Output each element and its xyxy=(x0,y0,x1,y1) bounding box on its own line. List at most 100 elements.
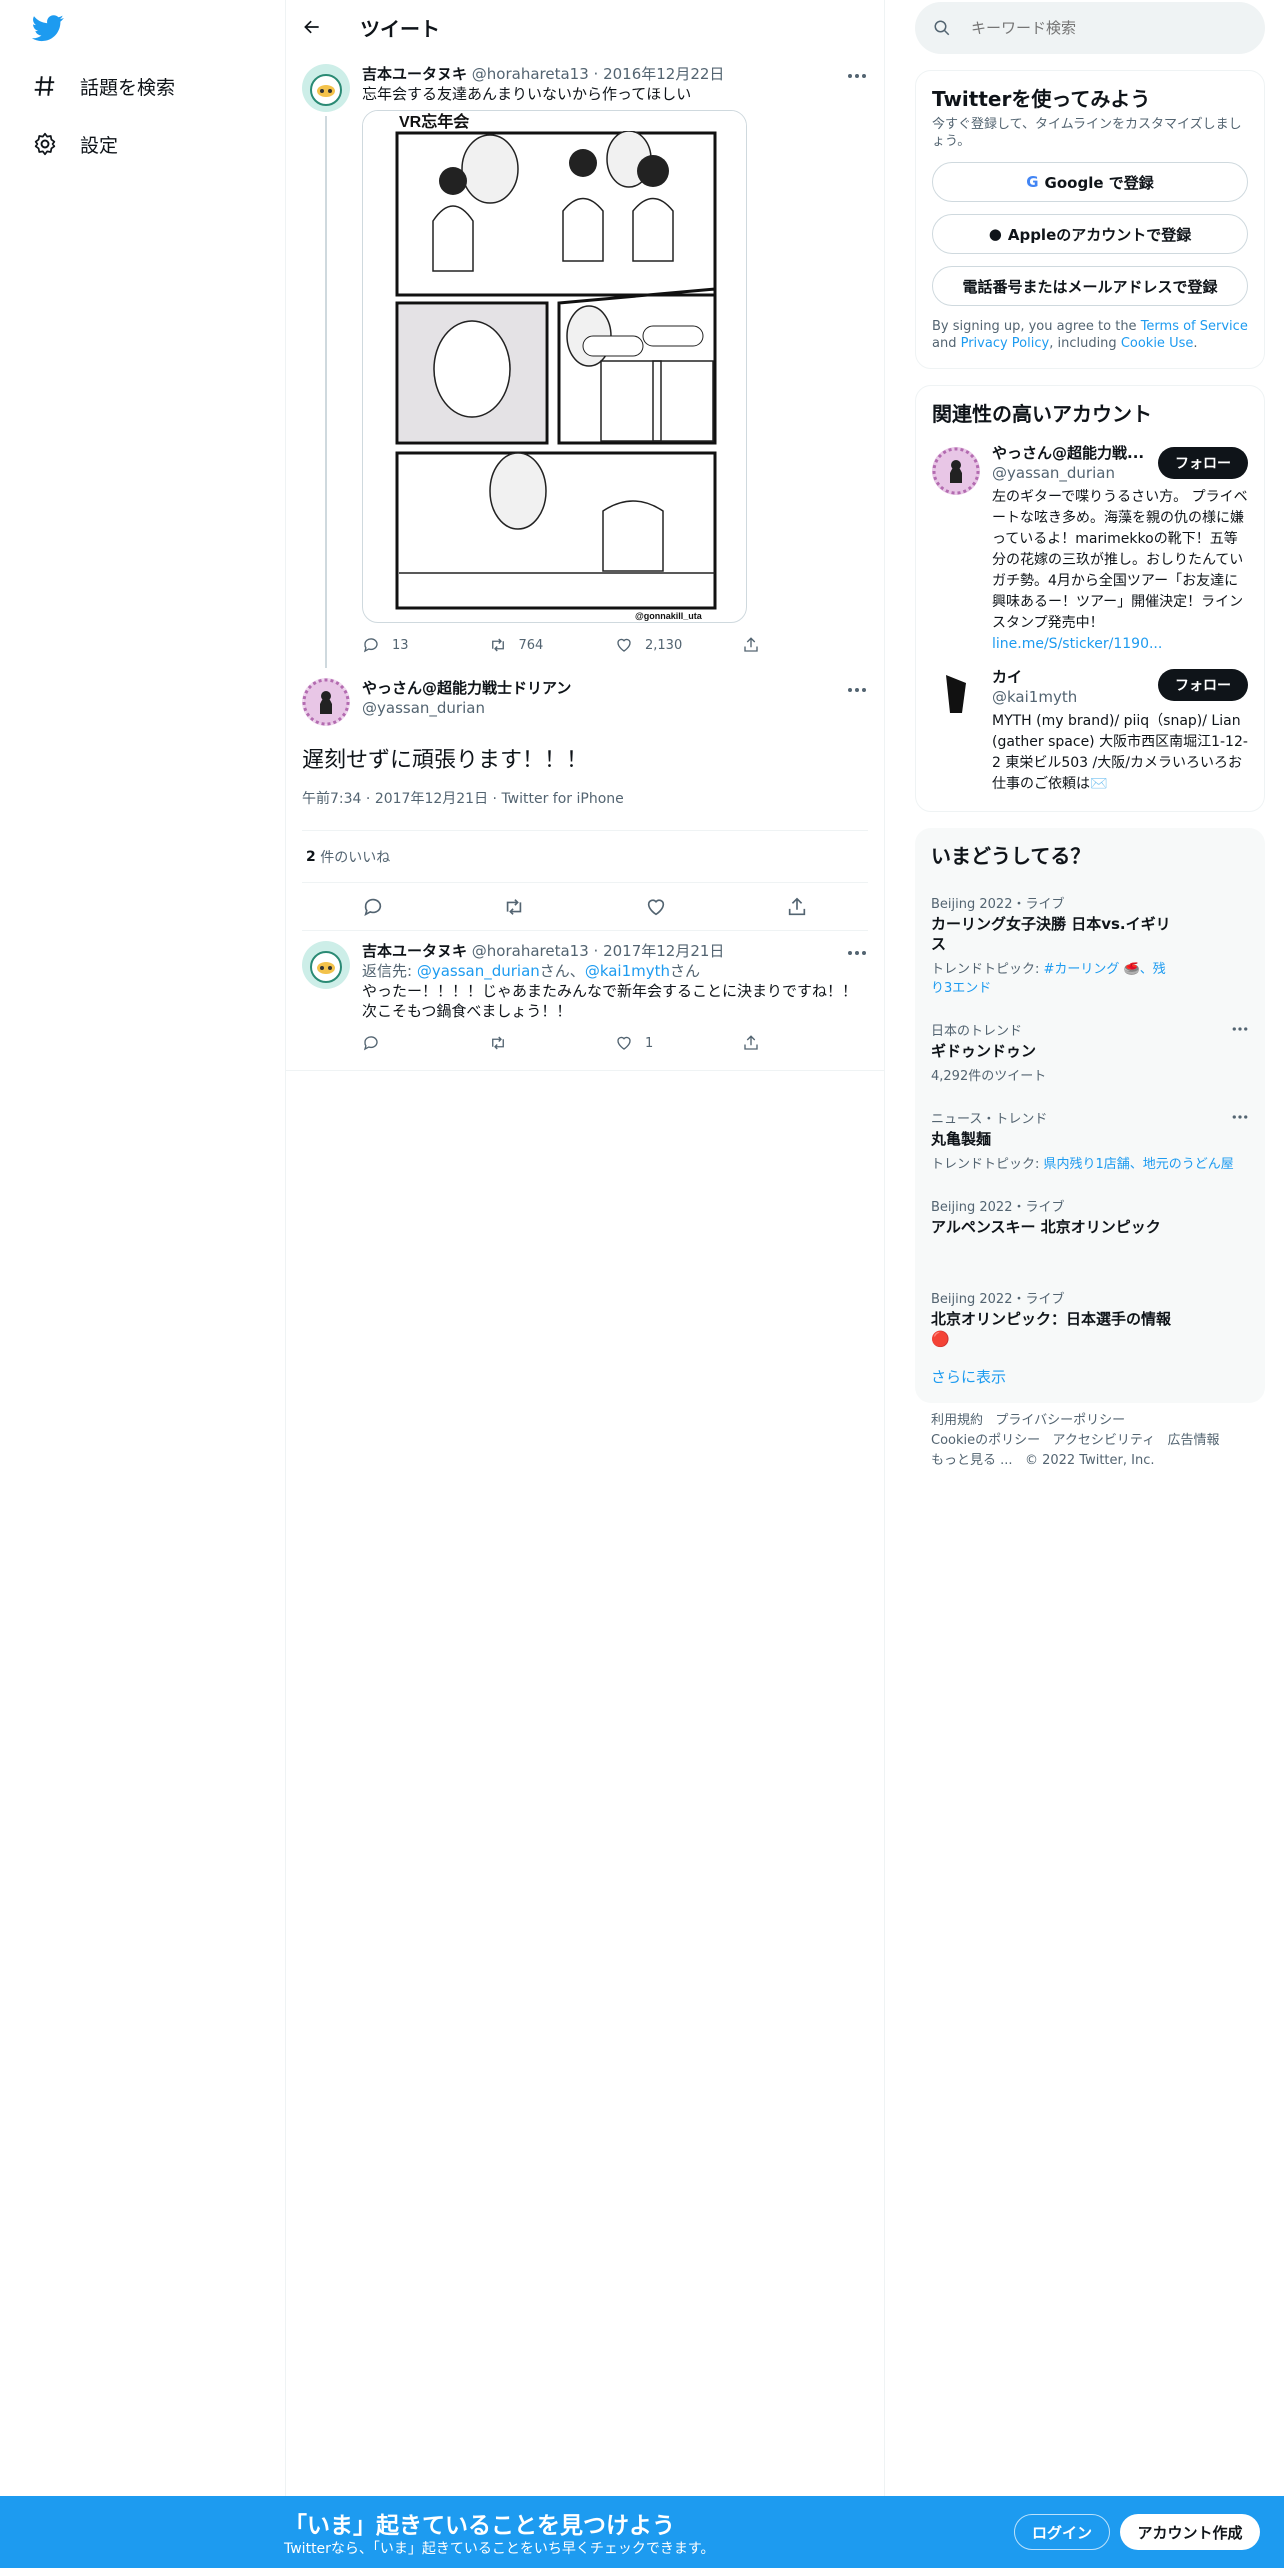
search-input[interactable] xyxy=(971,19,1221,37)
trend-item[interactable]: Beijing 2022・ライブ アルペンスキー 北京オリンピック xyxy=(915,1184,1265,1276)
search-icon xyxy=(934,20,950,36)
show-more-link[interactable]: さらに表示 xyxy=(915,1358,1265,1395)
tweet-actions: 1 xyxy=(362,1023,868,1063)
footer-cookie[interactable]: Cookieのポリシー xyxy=(931,1433,1040,1448)
related-title: 関連性の高いアカウント xyxy=(932,402,1152,426)
reply-button[interactable]: 13 xyxy=(362,636,489,654)
more-icon[interactable] xyxy=(1231,1112,1249,1122)
tweet-time[interactable]: 午前7:34 xyxy=(302,791,361,807)
share-icon xyxy=(743,637,758,652)
login-button[interactable]: ログイン xyxy=(1014,2514,1110,2550)
footer-accessibility[interactable]: アクセシビリティ xyxy=(1053,1433,1156,1448)
tweet-text: 忘年会する友達あんまりいないから作ってほしい xyxy=(362,85,692,103)
login-banner: 「いま」起きていることを見つけよう Twitterなら、「いま」起きていることを… xyxy=(0,2496,1284,2568)
phone-signup-button[interactable]: 電話番号またはメールアドレスで登録 xyxy=(932,266,1248,306)
tweet-date[interactable]: 2017年12月21日 xyxy=(603,941,724,961)
tweet-date[interactable]: 2017年12月21日 xyxy=(375,791,488,807)
heart-icon[interactable] xyxy=(645,896,667,918)
avatar[interactable] xyxy=(932,669,980,717)
footer-ads[interactable]: 広告情報 xyxy=(1168,1433,1220,1448)
google-signup-button[interactable]: G Google で登録 xyxy=(932,162,1248,202)
heart-icon xyxy=(617,1036,631,1050)
avatar[interactable] xyxy=(302,678,350,726)
nav-settings[interactable]: 設定 xyxy=(32,124,118,164)
trends-card: いまどうしてる？ Beijing 2022・ライブ カーリング女子決勝 日本vs… xyxy=(915,828,1265,1403)
retweet-icon xyxy=(491,1036,504,1050)
account-bio: 左のギターで喋りうるさい方。 プライベートな呟き多め。海藻を親の仇の様に嫌ってい… xyxy=(992,489,1248,652)
apple-signup-button[interactable]: ● Appleのアカウントで登録 xyxy=(932,214,1248,254)
share-button[interactable] xyxy=(742,636,869,654)
back-arrow-icon[interactable] xyxy=(302,17,322,37)
related-accounts: 関連性の高いアカウント フォロー やっさん@超能力戦... @yassan_du… xyxy=(915,385,1265,812)
parent-tweet[interactable]: 吉本ユータヌキ @horahareta13 · 2016年12月22日 忘年会す… xyxy=(286,54,884,668)
search-box[interactable] xyxy=(915,2,1265,54)
trend-item[interactable]: Beijing 2022・ライブ カーリング女子決勝 日本vs.イギリス トレン… xyxy=(915,881,1265,1008)
page-header: ツイート xyxy=(286,0,884,54)
share-button[interactable] xyxy=(742,1034,869,1052)
retweet-count: 764 xyxy=(518,637,544,653)
like-button[interactable]: 1 xyxy=(615,1034,742,1052)
comic-illustration: VR忘年会 @gonnakill_uta xyxy=(363,111,746,621)
footer-more[interactable]: もっと見る ... xyxy=(931,1453,1013,1468)
cookie-link[interactable]: Cookie Use xyxy=(1121,336,1194,351)
trend-item[interactable]: ニュース・トレンド 丸亀製麺 トレンドトピック: 県内残り1店舗、地元のうどん屋 xyxy=(915,1096,1265,1184)
more-icon[interactable] xyxy=(1231,1024,1249,1034)
apple-icon: ● xyxy=(988,225,1002,243)
privacy-link[interactable]: Privacy Policy xyxy=(961,336,1050,351)
retweet-button[interactable]: 764 xyxy=(489,636,616,654)
likes-summary[interactable]: 2 件のいいね xyxy=(302,830,868,883)
trend-link[interactable]: 県内残り1店舗、地元のうどん屋 xyxy=(1044,1157,1234,1172)
like-count: 1 xyxy=(645,1035,654,1051)
more-icon[interactable] xyxy=(846,66,868,86)
trend-item[interactable]: Beijing 2022・ライブ 北京オリンピック：日本選手の情報 🔴 xyxy=(915,1276,1265,1358)
tweet-date[interactable]: 2016年12月22日 xyxy=(603,64,724,84)
avatar[interactable] xyxy=(302,941,350,989)
tweet-image[interactable]: VR忘年会 @gonnakill_uta xyxy=(362,110,747,623)
share-icon[interactable] xyxy=(786,896,808,918)
signup-title: Twitterを使ってみよう xyxy=(932,87,1151,111)
tweet-text-line: 次こそもつ鍋食べましょう！！ xyxy=(362,1002,572,1020)
author-handle[interactable]: @horahareta13 xyxy=(472,941,589,961)
reply-button[interactable] xyxy=(362,1034,489,1052)
mention-link[interactable]: @kai1myth xyxy=(585,962,670,980)
account-item[interactable]: フォロー カイ @kai1myth MYTH (my brand)/ piiq（… xyxy=(916,667,1264,811)
nav-explore[interactable]: 話題を検索 xyxy=(32,66,175,106)
follow-button[interactable]: フォロー xyxy=(1158,447,1248,479)
nav-explore-label: 話題を検索 xyxy=(80,76,176,99)
likes-label: 件のいいね xyxy=(320,849,391,866)
signup-button[interactable]: アカウント作成 xyxy=(1120,2514,1260,2550)
footer-privacy[interactable]: プライバシーポリシー xyxy=(995,1413,1125,1428)
author-name[interactable]: 吉本ユータヌキ xyxy=(362,64,467,84)
author-name[interactable]: 吉本ユータヌキ xyxy=(362,941,467,961)
retweet-icon[interactable] xyxy=(503,896,525,918)
trend-item[interactable]: 日本のトレンド ギドゥンドゥン 4,292件のツイート xyxy=(915,1008,1265,1096)
share-icon xyxy=(743,1035,758,1050)
author-handle[interactable]: @horahareta13 xyxy=(472,64,589,84)
banner-title: 「いま」起きていることを見つけよう xyxy=(284,2513,675,2539)
tweet-source[interactable]: Twitter for iPhone xyxy=(501,791,623,807)
tweet-meta: 午前7:34 · 2017年12月21日 · Twitter for iPhon… xyxy=(302,791,624,807)
reply-icon xyxy=(363,638,378,653)
author-name[interactable]: やっさん@超能力戦士ドリアン xyxy=(362,678,571,698)
reply-count: 13 xyxy=(392,637,409,653)
author-handle[interactable]: @yassan_durian xyxy=(362,698,868,718)
main-tweet-text: 遅刻せずに頑張ります！！！ xyxy=(302,748,589,773)
twitter-logo-icon[interactable] xyxy=(30,12,66,44)
follow-button[interactable]: フォロー xyxy=(1158,669,1248,701)
tos-link[interactable]: Terms of Service xyxy=(1141,319,1248,334)
account-item[interactable]: フォロー やっさん@超能力戦... @yassan_durian 左のギターで喋… xyxy=(916,439,1264,667)
reply-icon[interactable] xyxy=(362,896,384,918)
comic-title: VR忘年会 xyxy=(399,112,469,131)
nav-settings-label: 設定 xyxy=(80,134,119,157)
like-button[interactable]: 2,130 xyxy=(615,636,742,654)
more-icon[interactable] xyxy=(846,680,868,700)
footer-tos[interactable]: 利用規約 xyxy=(931,1413,983,1428)
gear-icon xyxy=(34,132,56,156)
mention-link[interactable]: @yassan_durian xyxy=(417,962,540,980)
more-icon[interactable] xyxy=(846,943,868,963)
retweet-button[interactable] xyxy=(489,1034,616,1052)
reply-tweet[interactable]: 吉本ユータヌキ @horahareta13 · 2017年12月21日 返信先:… xyxy=(286,931,884,1071)
avatar[interactable] xyxy=(932,447,980,495)
avatar[interactable] xyxy=(302,64,350,112)
bio-link[interactable]: line.me/S/sticker/1190... xyxy=(992,636,1162,652)
